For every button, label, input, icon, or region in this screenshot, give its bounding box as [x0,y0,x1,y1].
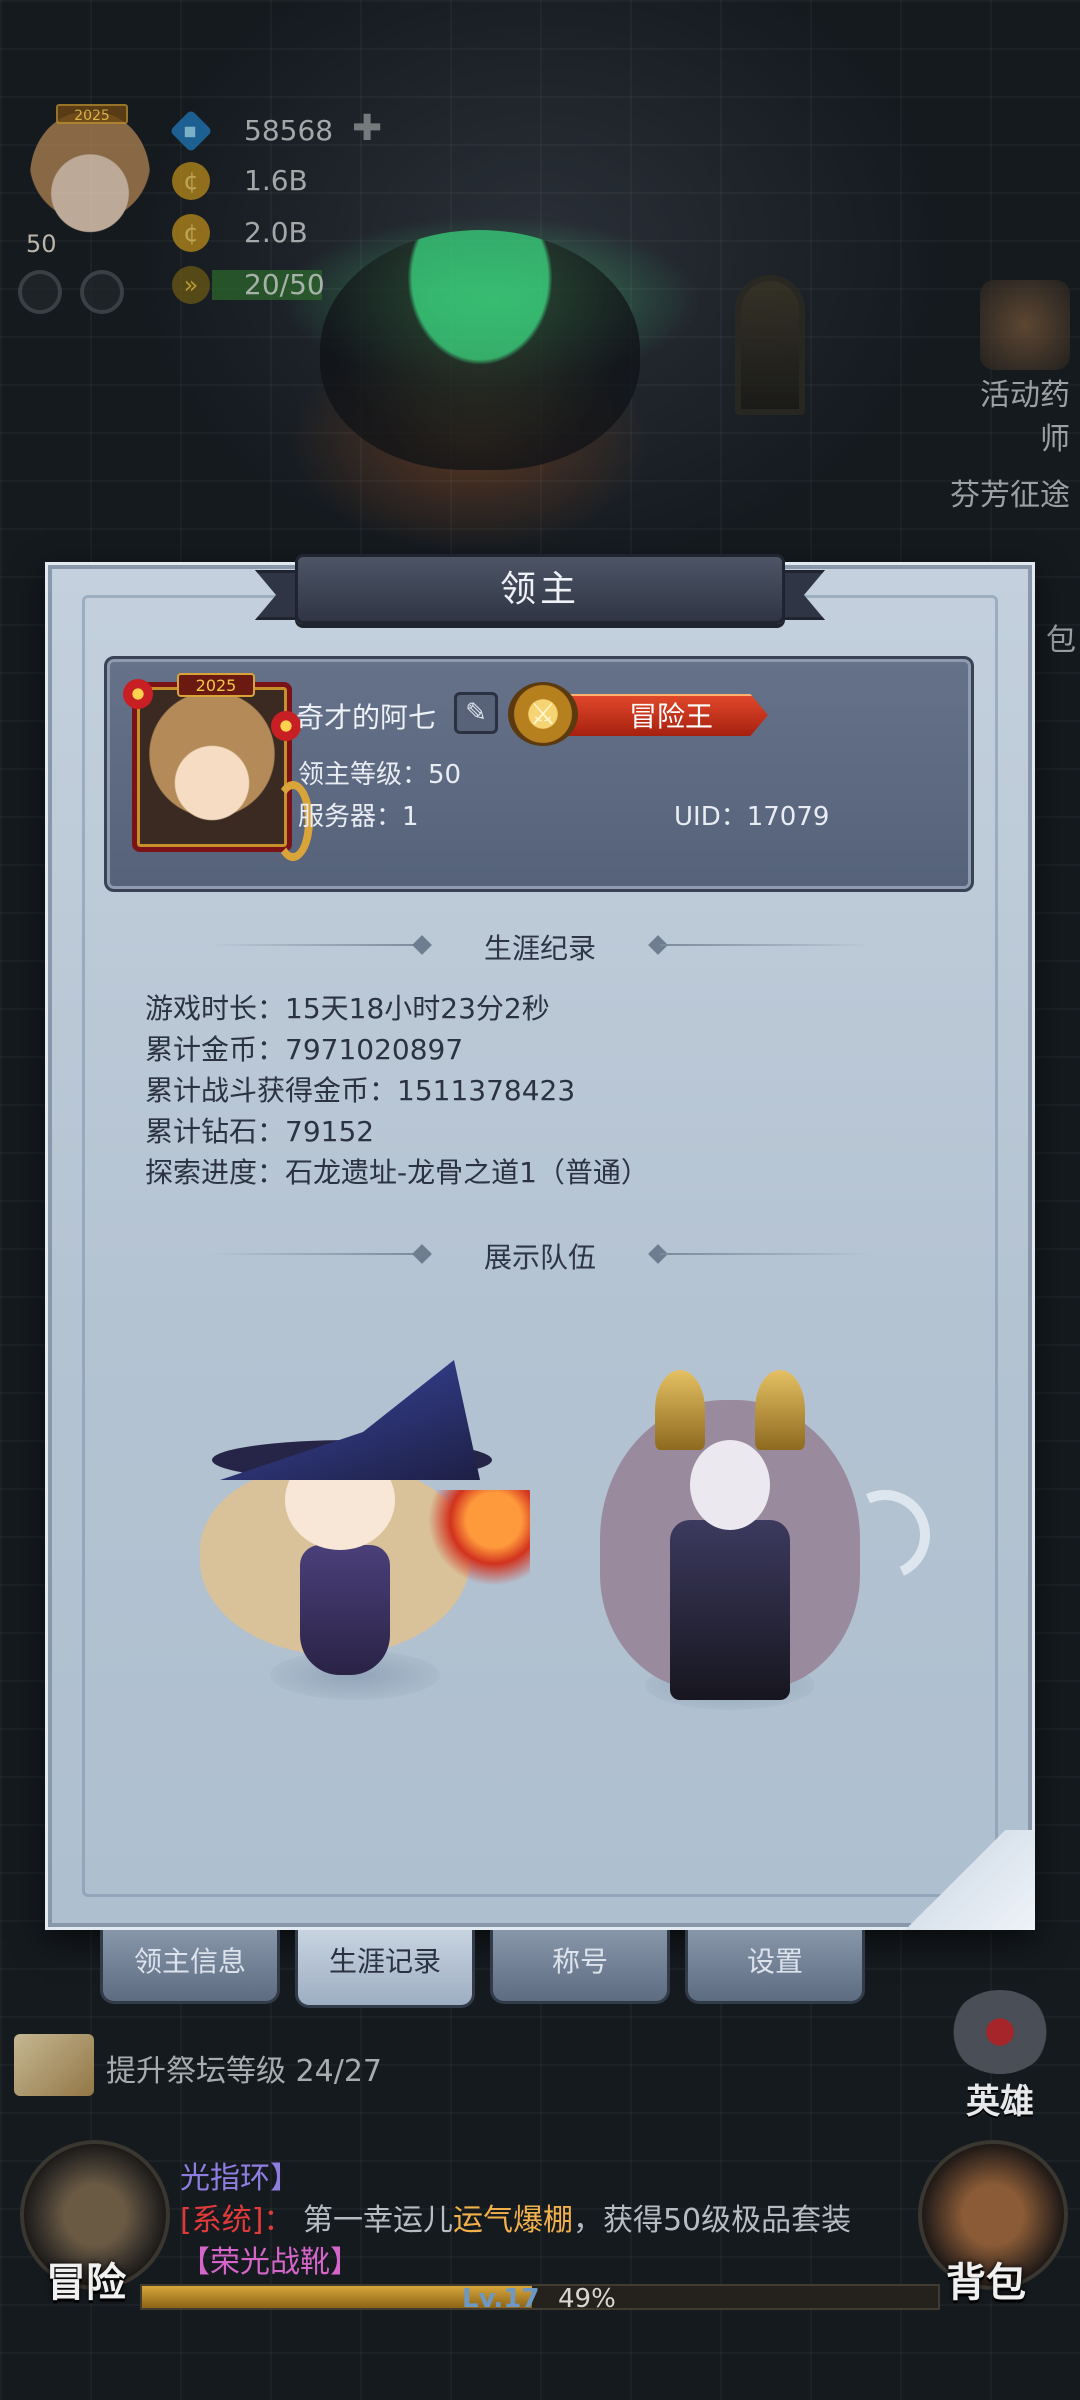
server: 服务器：1 [298,802,419,832]
gold-counter-2: ¢ 2.0B [172,212,412,254]
event-button[interactable]: 芬芳征途 [950,470,1070,514]
add-diamond-plus-icon[interactable]: ✚ [352,108,382,149]
sword-shield-emblem-icon: ⚔ [508,682,578,746]
player-name: 奇才的阿七 [296,701,437,734]
horn-icon [655,1370,705,1450]
divider-line [660,944,870,946]
diamond-value: 58568 [244,114,334,147]
team-divider: 展示队伍 [210,1234,870,1274]
gold-counter: ¢ 1.6B [172,160,412,202]
panel-tabs: 领主信息 生涯记录 称号 设置 [100,1930,870,2010]
profile-avatar[interactable]: 2025 [123,673,313,861]
witch-body [300,1545,390,1675]
gold-coin-icon: ¢ [172,214,210,252]
fire-staff-icon [410,1490,530,1590]
hud-avatar[interactable]: 2025 50 [8,100,168,265]
divider-line [660,1253,870,1255]
experience-percent: 49% [558,2284,616,2314]
pack-label: 包 [1046,623,1076,658]
quest-text: 提升祭坛等级 24/27 [106,2054,382,2089]
horn-icon [755,1370,805,1450]
pack-button[interactable]: 包 [1040,615,1076,659]
adventure-label: 冒险 [46,2260,126,2306]
activity-icon [980,280,1070,370]
chat-msg-a: 第一幸运儿 [302,2203,453,2238]
gold-coin-icon: ¢ [172,162,210,200]
player-level: 50 [26,230,57,258]
stat-battle-gold: 累计战斗获得金币：1511378423 [145,1074,576,1107]
arched-window [735,275,805,415]
diamond-icon: ◆ [169,109,213,153]
panel-title: 领主 [499,569,580,610]
tab-settings[interactable]: 设置 [685,1930,865,2004]
activity-button[interactable]: 活动药师 [960,280,1070,458]
stat-total-diamonds: 累计钻石：79152 [145,1115,375,1148]
settings-gear-icon[interactable] [18,270,62,314]
chat-colon: ： [263,2203,294,2238]
chat-system-tag: [系统] [180,2203,264,2238]
title-badge[interactable]: ⚔ 冒险王 [508,682,768,746]
gold-value: 1.6B [244,164,308,197]
energy-icon: » [172,266,210,304]
career-stats: 游戏时长：15天18小时23分2秒 累计金币：7971020897 累计战斗获得… [145,988,649,1193]
tab-titles[interactable]: 称号 [490,1930,670,2004]
bag-label: 背包 [946,2260,1026,2306]
heroes-button[interactable]: 英雄 [940,1990,1060,2122]
system-chat[interactable]: 光指环】 [系统]： 第一幸运儿运气爆棚，获得50级极品套装【荣光战靴】 [180,2158,900,2284]
event-label: 芬芳征途 [950,478,1070,513]
heroes-label: 英雄 [966,2082,1034,2122]
tab-lord-info[interactable]: 领主信息 [100,1930,280,2004]
career-header: 生涯纪录 [483,932,596,965]
energy-counter: » 20/50 [172,264,412,306]
experience-level: Lv.17 [462,2284,540,2314]
chat-msg-b: 运气爆棚 [452,2203,573,2238]
gold2-value: 2.0B [244,216,308,249]
avatar-year-badge: 2025 [177,673,255,697]
energy-value: 20/50 [244,268,325,301]
lord-level: 领主等级：50 [298,760,462,790]
stat-exploration: 探索进度：石龙遗址-龙骨之道1（普通） [145,1156,649,1189]
tab-career-record[interactable]: 生涯记录 [295,1930,475,2008]
career-divider: 生涯纪录 [210,925,870,965]
edit-name-icon[interactable]: ✎ [454,692,498,734]
experience-bar: Lv.17 49% [140,2284,940,2314]
team-header: 展示队伍 [483,1241,596,1274]
stat-playtime: 游戏时长：15天18小时23分2秒 [145,992,550,1025]
chat-line1: 光指环】 [180,2161,300,2196]
scroll-icon [14,2034,94,2096]
panel-title-banner: 领主 [255,540,825,634]
hero-helmet-icon [950,1990,1050,2074]
avatar-year-badge: 2025 [56,104,128,124]
mage-face [690,1440,770,1530]
title-badge-label: 冒险王 [548,694,768,736]
flower-decoration-icon [123,679,153,709]
quest-tracker[interactable]: 提升祭坛等级 24/27 [14,2030,714,2100]
activity-label: 活动药师 [980,378,1070,457]
chat-item: 【荣光战靴】 [180,2245,360,2280]
secondary-gear-icon[interactable] [80,270,124,314]
mage-robe [670,1520,790,1700]
chat-msg-c: ，获得50级极品套装 [572,2203,852,2238]
uid: UID：17079 [674,802,830,832]
stat-total-gold: 累计金币：7971020897 [145,1033,464,1066]
